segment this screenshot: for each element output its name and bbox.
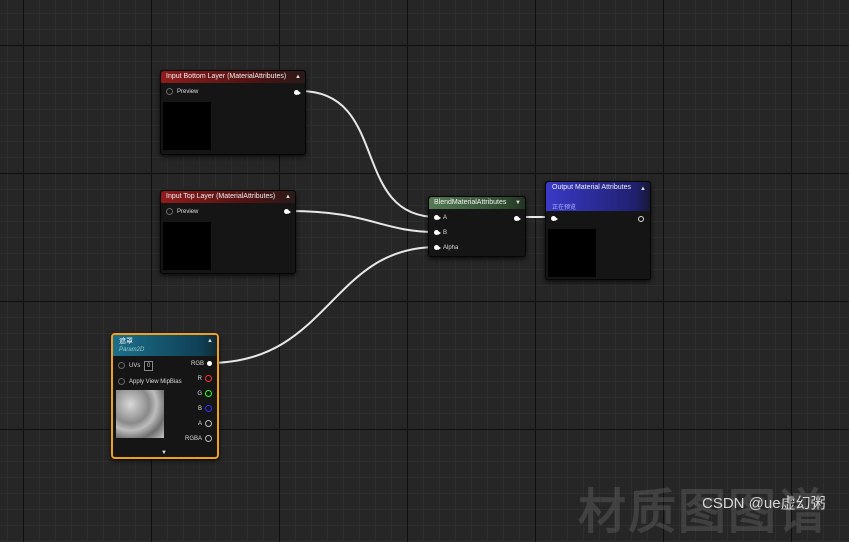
pin-hollow-icon[interactable] xyxy=(118,361,125,369)
texture-thumbnail xyxy=(116,390,164,438)
preview-thumbnail xyxy=(163,102,211,150)
output-pin[interactable] xyxy=(294,90,301,95)
pin-hollow-icon[interactable] xyxy=(166,208,173,215)
rgb-pin-icon[interactable] xyxy=(207,360,212,366)
collapse-arrow-icon[interactable]: ▲ xyxy=(285,191,291,203)
preview-pin-row: Preview xyxy=(166,88,198,96)
node-title: Output Material Attributes xyxy=(552,184,631,191)
pin-icon[interactable] xyxy=(551,215,558,221)
node-header[interactable]: 遮罩 Param2D ▲ xyxy=(113,335,217,356)
node-subtitle: 正在预览 xyxy=(552,205,577,211)
rgba-pin-icon[interactable] xyxy=(205,435,212,442)
mip-bias-pin-row[interactable]: Apply View MipBias xyxy=(118,378,182,386)
input-pin[interactable] xyxy=(551,215,560,223)
collapse-arrow-icon[interactable]: ▲ xyxy=(207,338,213,344)
output-a[interactable]: A xyxy=(198,420,212,428)
node-title: Input Top Layer (MaterialAttributes) xyxy=(166,193,276,200)
output-r[interactable]: R xyxy=(198,375,212,383)
uvs-value-field[interactable]: 0 xyxy=(144,361,154,371)
pin-icon[interactable] xyxy=(434,214,441,220)
expand-arrow-icon[interactable]: ▼ xyxy=(161,450,167,456)
pin-label: RGBA xyxy=(184,436,202,443)
collapse-arrow-icon[interactable]: ▲ xyxy=(640,186,646,192)
csdn-watermark: CSDN @ue虚幻粥 xyxy=(702,495,826,512)
uvs-label: UVs xyxy=(129,363,141,369)
pin-label: A xyxy=(197,421,202,428)
input-pin-alpha[interactable]: Alpha xyxy=(434,244,458,252)
a-pin-icon[interactable] xyxy=(205,420,212,427)
pin-label: Preview xyxy=(177,209,199,216)
pin-label: Preview xyxy=(177,89,199,96)
node-output-material-attributes[interactable]: Output Material Attributes ▲ 正在预览 xyxy=(545,181,651,280)
node-header[interactable]: Input Top Layer (MaterialAttributes) ▲ xyxy=(161,191,295,203)
collapse-arrow-icon[interactable]: ▼ xyxy=(515,197,521,209)
pin-label: A xyxy=(443,215,448,221)
node-title: 遮罩 xyxy=(119,338,133,345)
preview-thumbnail xyxy=(163,222,211,270)
collapse-arrow-icon[interactable]: ▲ xyxy=(295,71,301,83)
node-title: Input Bottom Layer (MaterialAttributes) xyxy=(166,73,287,80)
node-input-top-layer[interactable]: Input Top Layer (MaterialAttributes) ▲ P… xyxy=(160,190,296,274)
input-pin-b[interactable]: B xyxy=(434,229,447,237)
node-subtitle: Param2D xyxy=(119,347,145,353)
uvs-pin-row[interactable]: UVs 0 xyxy=(118,361,154,371)
node-blend-material-attributes[interactable]: BlendMaterialAttributes ▼ A B Alpha xyxy=(428,196,526,257)
preview-thumbnail xyxy=(548,229,596,277)
pin-icon[interactable] xyxy=(434,244,441,250)
output-pin[interactable] xyxy=(284,209,291,214)
pin-hollow-icon[interactable] xyxy=(118,378,125,385)
wire-bottom-to-a xyxy=(299,90,438,218)
pin-label: G xyxy=(197,391,202,398)
node-header[interactable]: Output Material Attributes ▲ 正在预览 xyxy=(546,182,650,211)
output-b[interactable]: B xyxy=(198,405,212,413)
node-input-bottom-layer[interactable]: Input Bottom Layer (MaterialAttributes) … xyxy=(160,70,306,155)
pin-label: Alpha xyxy=(443,245,459,251)
pin-icon[interactable] xyxy=(434,229,441,235)
r-pin-icon[interactable] xyxy=(205,375,212,382)
pin-label: B xyxy=(197,406,202,413)
output-pin[interactable] xyxy=(514,216,521,221)
output-pin-hollow[interactable] xyxy=(638,216,644,222)
input-pin-a[interactable]: A xyxy=(434,214,447,222)
pin-label: R xyxy=(197,376,202,383)
node-header[interactable]: BlendMaterialAttributes ▼ xyxy=(429,197,525,209)
node-title: BlendMaterialAttributes xyxy=(434,199,507,206)
mip-bias-label: Apply View MipBias xyxy=(129,379,182,386)
preview-pin-row: Preview xyxy=(166,208,198,216)
b-pin-icon[interactable] xyxy=(205,405,212,412)
output-g[interactable]: G xyxy=(197,390,212,398)
output-rgb[interactable]: RGB xyxy=(191,360,212,368)
pin-label: RGB xyxy=(190,361,204,367)
node-mask-texture-param[interactable]: 遮罩 Param2D ▲ UVs 0 Apply View MipBias RG… xyxy=(111,333,219,459)
g-pin-icon[interactable] xyxy=(205,390,212,397)
pin-hollow-icon[interactable] xyxy=(166,88,173,95)
pin-label: B xyxy=(443,230,448,236)
output-rgba[interactable]: RGBA xyxy=(185,435,212,443)
node-header[interactable]: Input Bottom Layer (MaterialAttributes) … xyxy=(161,71,305,83)
